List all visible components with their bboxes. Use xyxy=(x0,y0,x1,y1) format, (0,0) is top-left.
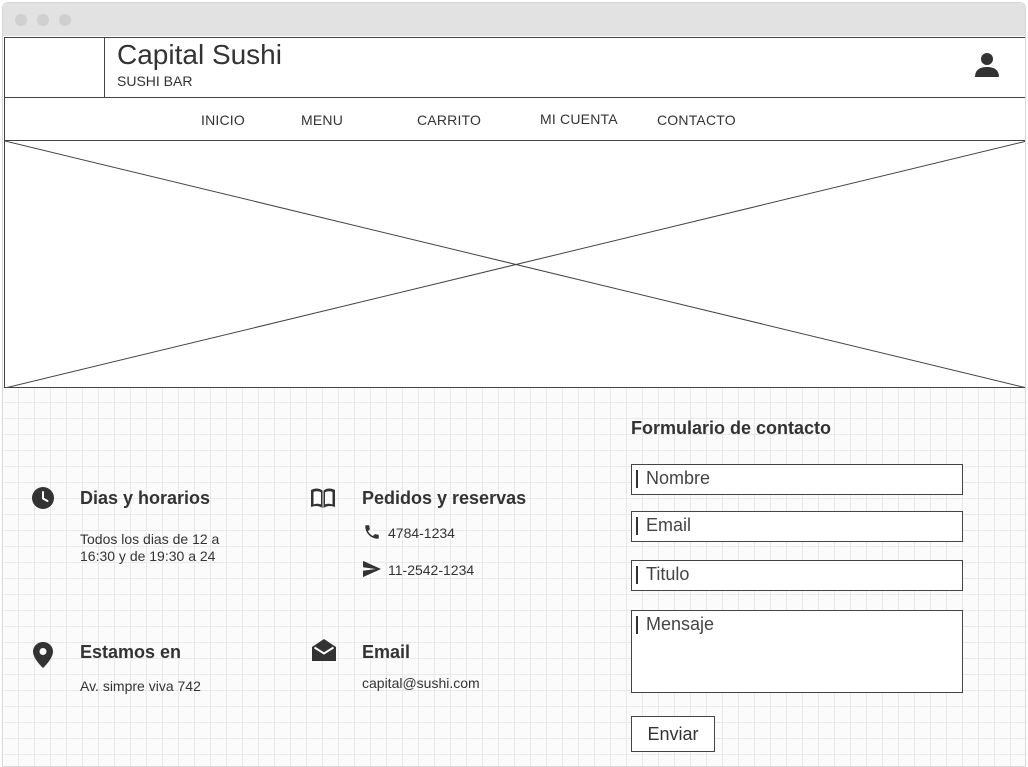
name-field[interactable]: Nombre xyxy=(631,464,963,495)
site-header: Capital Sushi SUSHI BAR xyxy=(4,37,1025,97)
main-nav: INICIO MENU CARRITO MI CUENTA CONTACTO xyxy=(4,97,1025,141)
brand-title: Capital Sushi xyxy=(117,39,282,70)
contact-section: Dias y horarios Todos los dias de 12 a 1… xyxy=(4,388,1025,766)
message-placeholder: Mensaje xyxy=(646,614,715,634)
hours-line-2: 16:30 y de 19:30 a 24 xyxy=(80,548,216,564)
clock-icon xyxy=(31,486,57,512)
name-placeholder: Nombre xyxy=(646,468,711,488)
window-dot-minimize[interactable] xyxy=(37,14,49,26)
subject-field[interactable]: Titulo xyxy=(631,560,963,591)
send-icon xyxy=(362,560,382,580)
hours-line-1: Todos los dias de 12 a xyxy=(80,531,220,547)
hours-title: Dias y horarios xyxy=(80,488,211,508)
text-caret xyxy=(636,517,638,535)
brand-subtitle: SUSHI BAR xyxy=(117,73,193,89)
location-address: Av. simpre viva 742 xyxy=(80,678,201,694)
location-title: Estamos en xyxy=(80,642,182,662)
window-titlebar xyxy=(3,3,1025,36)
text-caret xyxy=(636,616,638,634)
window-dot-close[interactable] xyxy=(15,14,27,26)
text-caret xyxy=(636,470,638,488)
nav-item-menu[interactable]: MENU xyxy=(301,112,343,128)
send-button[interactable]: Enviar xyxy=(631,716,715,752)
subject-placeholder: Titulo xyxy=(646,564,690,584)
image-placeholder-cross xyxy=(5,141,1025,388)
email-address[interactable]: capital@sushi.com xyxy=(362,675,480,692)
message-field[interactable]: Mensaje xyxy=(631,610,963,693)
browser-window: Capital Sushi SUSHI BAR INICIO MENU CARR… xyxy=(2,2,1026,767)
nav-item-carrito[interactable]: CARRITO xyxy=(417,112,481,128)
nav-item-contacto[interactable]: CONTACTO xyxy=(657,112,736,128)
user-icon[interactable] xyxy=(975,52,999,78)
location-pin-icon xyxy=(33,642,59,668)
orders-title: Pedidos y reservas xyxy=(362,488,527,508)
nav-item-mi-cuenta[interactable]: MI CUENTA xyxy=(540,111,618,127)
orders-mobile[interactable]: 11-2542-1234 xyxy=(388,562,474,579)
email-title: Email xyxy=(362,642,411,662)
logo-placeholder[interactable] xyxy=(5,38,105,97)
book-icon xyxy=(310,487,336,513)
contact-form-title: Formulario de contacto xyxy=(631,418,832,438)
phone-icon xyxy=(363,523,383,543)
orders-phone[interactable]: 4784-1234 xyxy=(388,525,455,542)
email-field[interactable]: Email xyxy=(631,511,963,542)
hero-image-placeholder xyxy=(4,141,1025,388)
nav-item-inicio[interactable]: INICIO xyxy=(201,112,245,128)
envelope-open-icon xyxy=(311,638,337,664)
window-dot-maximize[interactable] xyxy=(59,14,71,26)
text-caret xyxy=(636,566,638,584)
email-placeholder: Email xyxy=(646,515,692,535)
